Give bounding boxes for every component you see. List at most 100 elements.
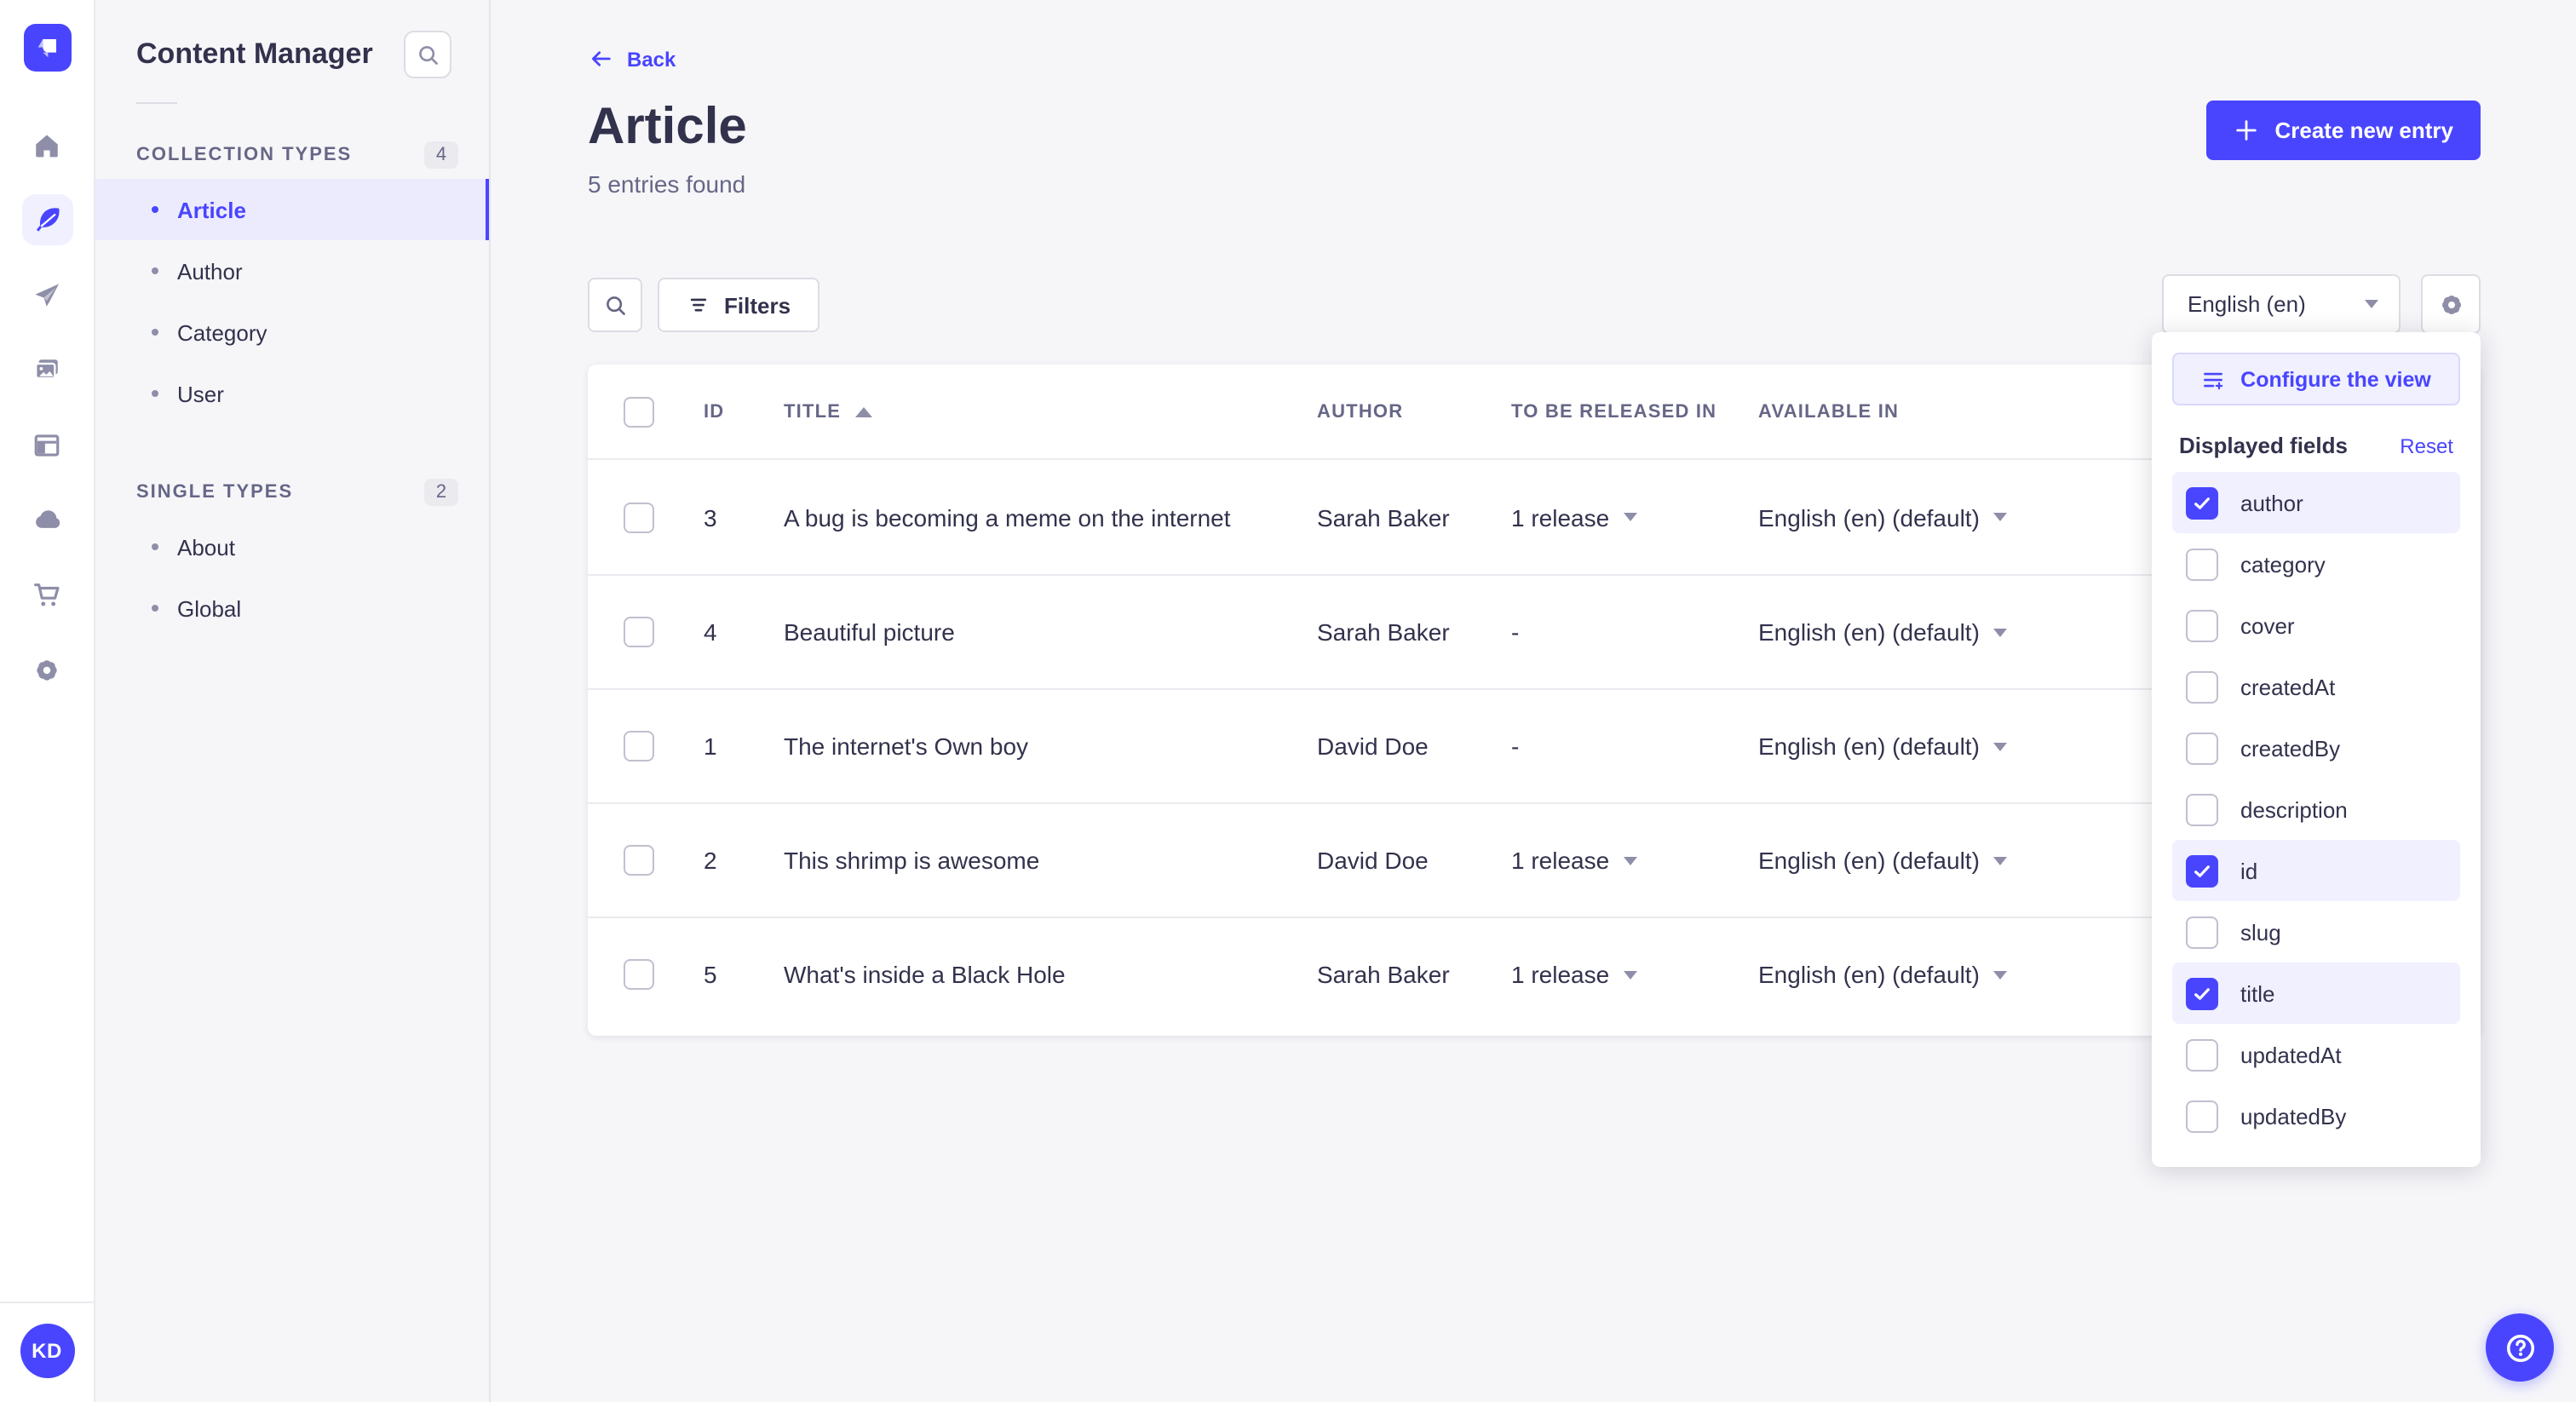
sidebar-item-author[interactable]: Author — [95, 240, 489, 302]
checkbox[interactable] — [2186, 486, 2218, 519]
reset-button[interactable]: Reset — [2400, 434, 2453, 457]
cell-author: Sarah Baker — [1317, 961, 1450, 988]
cell-releases-dropdown[interactable]: 1 release — [1511, 503, 1758, 531]
bullet-icon — [152, 206, 158, 213]
field-option-slug[interactable]: slug — [2172, 901, 2460, 962]
checkbox[interactable] — [2186, 977, 2218, 1009]
cell-releases-dropdown[interactable]: 1 release — [1511, 847, 1758, 874]
releases-paper-plane-icon[interactable] — [21, 269, 72, 320]
deploy-cloud-icon[interactable] — [21, 494, 72, 545]
settings-gear-icon[interactable] — [21, 644, 72, 695]
row-checkbox[interactable] — [624, 617, 654, 647]
checkbox[interactable] — [2186, 793, 2218, 825]
field-option-updatedAt[interactable]: updatedAt — [2172, 1024, 2460, 1085]
column-header-id[interactable]: ID — [704, 401, 784, 422]
page-title: Article — [588, 99, 747, 155]
field-option-createdAt[interactable]: createdAt — [2172, 656, 2460, 717]
section-label-single-types: SINGLE TYPES — [136, 482, 294, 503]
field-option-title[interactable]: title — [2172, 962, 2460, 1024]
chevron-down-icon — [1992, 742, 2007, 750]
checkbox[interactable] — [2186, 916, 2218, 948]
cell-id: 3 — [704, 503, 717, 531]
cell-title: This shrimp is awesome — [784, 847, 1040, 874]
sidebar-item-about[interactable]: About — [95, 516, 489, 577]
help-button[interactable] — [2486, 1313, 2554, 1382]
cell-releases-dropdown[interactable]: 1 release — [1511, 961, 1758, 988]
bullet-icon — [152, 329, 158, 336]
strapi-logo[interactable] — [23, 24, 71, 72]
cell-id: 5 — [704, 961, 717, 988]
table-search-button[interactable] — [588, 278, 642, 332]
search-icon — [606, 296, 624, 314]
create-new-entry-button[interactable]: Create new entry — [2206, 101, 2481, 160]
filter-icon — [690, 298, 707, 312]
field-option-description[interactable]: description — [2172, 779, 2460, 840]
content-manager-feather-icon[interactable] — [21, 194, 72, 245]
checkbox[interactable] — [2186, 1100, 2218, 1132]
checkbox[interactable] — [2186, 609, 2218, 641]
chevron-down-icon — [2365, 300, 2378, 308]
chevron-down-icon — [1992, 628, 2007, 636]
question-circle-icon — [2505, 1333, 2534, 1362]
field-option-category[interactable]: category — [2172, 533, 2460, 595]
sidebar-item-user[interactable]: User — [95, 363, 489, 424]
check-icon — [2194, 497, 2210, 509]
bullet-icon — [152, 390, 158, 397]
gear-icon — [2441, 294, 2461, 314]
displayed-fields-label: Displayed fields — [2179, 433, 2348, 458]
column-header-title[interactable]: TITLE — [784, 401, 1317, 422]
field-option-author[interactable]: author — [2172, 472, 2460, 533]
row-checkbox[interactable] — [624, 731, 654, 761]
sidebar-item-article[interactable]: Article — [95, 179, 489, 240]
locale-select[interactable]: English (en) — [2162, 274, 2401, 334]
field-option-updatedBy[interactable]: updatedBy — [2172, 1085, 2460, 1146]
cell-author: Sarah Baker — [1317, 618, 1450, 646]
configure-the-view-button[interactable]: Configure the view — [2172, 353, 2460, 405]
cell-title: Beautiful picture — [784, 618, 955, 646]
user-avatar[interactable]: KD — [20, 1324, 74, 1378]
bullet-icon — [152, 605, 158, 612]
checkbox[interactable] — [2186, 1038, 2218, 1071]
checkbox[interactable] — [2186, 854, 2218, 887]
cell-title: What's inside a Black Hole — [784, 961, 1066, 988]
plus-icon — [2236, 120, 2257, 141]
chevron-down-icon — [1992, 513, 2007, 521]
sidebar-item-global[interactable]: Global — [95, 577, 489, 639]
subnav-title: Content Manager — [136, 37, 373, 70]
field-option-id[interactable]: id — [2172, 840, 2460, 901]
checkbox[interactable] — [2186, 548, 2218, 580]
cell-title: A bug is becoming a meme on the internet — [784, 503, 1231, 531]
checkbox[interactable] — [2186, 670, 2218, 703]
bullet-icon — [152, 267, 158, 274]
filters-button[interactable]: Filters — [658, 278, 820, 332]
chevron-down-icon — [1623, 970, 1637, 979]
field-option-createdBy[interactable]: createdBy — [2172, 717, 2460, 779]
view-settings-gear-button[interactable] — [2421, 274, 2481, 334]
media-library-images-icon[interactable] — [21, 344, 72, 395]
marketplace-cart-icon[interactable] — [21, 569, 72, 620]
chevron-down-icon — [1623, 856, 1637, 865]
cell-releases-dropdown[interactable]: - — [1511, 618, 1758, 646]
content-type-builder-layout-icon[interactable] — [21, 419, 72, 470]
content-manager-subnav: Content Manager COLLECTION TYPES 4 Artic… — [95, 0, 491, 1402]
checkbox[interactable] — [2186, 732, 2218, 764]
cell-releases-dropdown[interactable]: - — [1511, 733, 1758, 760]
subnav-search-button[interactable] — [404, 31, 451, 78]
cell-id: 2 — [704, 847, 717, 874]
check-icon — [2194, 865, 2210, 876]
column-header-author: AUTHOR — [1317, 401, 1404, 422]
app-root: KD Content Manager COLLECTION TYPES 4 Ar… — [0, 0, 2576, 1402]
strapi-logo-icon — [37, 39, 55, 58]
select-all-checkbox[interactable] — [624, 396, 654, 427]
row-checkbox[interactable] — [624, 959, 654, 990]
list-plus-icon — [2204, 371, 2223, 389]
back-link[interactable]: Back — [588, 46, 676, 72]
field-option-cover[interactable]: cover — [2172, 595, 2460, 656]
cell-title: The internet's Own boy — [784, 733, 1029, 760]
sidebar-item-category[interactable]: Category — [95, 302, 489, 363]
chevron-down-icon — [1623, 513, 1637, 521]
row-checkbox[interactable] — [624, 502, 654, 532]
home-icon[interactable] — [21, 119, 72, 170]
check-icon — [2194, 987, 2210, 999]
row-checkbox[interactable] — [624, 845, 654, 876]
